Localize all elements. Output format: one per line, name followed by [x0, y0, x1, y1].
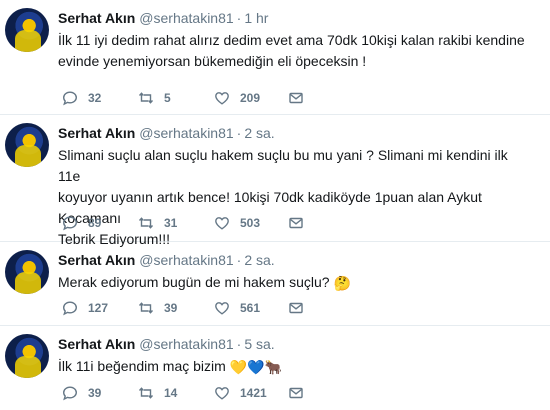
like-button[interactable]: 503: [214, 213, 260, 233]
envelope-icon: [289, 302, 303, 314]
tweet-actions: 32 5 209: [58, 88, 318, 108]
separator-dot: ·: [236, 252, 242, 268]
direct-message-button[interactable]: [288, 298, 314, 318]
author-name[interactable]: Serhat Akın: [58, 252, 135, 268]
reply-button[interactable]: 32: [62, 88, 101, 108]
separator-dot: ·: [236, 125, 242, 141]
direct-message-button[interactable]: [288, 213, 314, 233]
reply-count: 32: [88, 91, 102, 105]
tweet-text-line: evinde yenemiyorsan bükemediğin eli öpec…: [58, 53, 367, 69]
retweet-button[interactable]: 39: [138, 298, 177, 318]
author-name[interactable]: Serhat Akın: [58, 125, 135, 141]
reply-icon: [62, 386, 78, 401]
tweet-time[interactable]: 5 sa.: [244, 336, 274, 352]
retweet-icon: [138, 217, 154, 229]
like-button[interactable]: 209: [214, 88, 260, 108]
tweet-text-content: İlk 11i beğendim maç bizim: [58, 358, 226, 374]
tweet-feed: Serhat Akın @serhatakin81 · 1 hr İlk 11 iyi…: [0, 0, 550, 410]
reply-button[interactable]: 89: [62, 213, 101, 233]
tweet[interactable]: Serhat Akın @serhatakin81 · 2 sa. Merak edi…: [0, 242, 550, 326]
reply-icon: [62, 301, 78, 316]
retweet-count: 39: [164, 301, 178, 315]
tweet-header: Serhat Akın @serhatakin81 · 1 hr: [58, 10, 268, 26]
retweet-count: 31: [164, 216, 178, 230]
reply-button[interactable]: 39: [62, 383, 101, 403]
avatar[interactable]: [5, 334, 49, 378]
tweet-time[interactable]: 1 hr: [244, 10, 268, 26]
like-count: 561: [240, 301, 261, 315]
tweet-header: Serhat Akın @serhatakin81 · 2 sa.: [58, 252, 275, 268]
tweet-text: Slimani suçlu alan suçlu hakem suçlu bu …: [58, 145, 528, 250]
author-handle[interactable]: @serhatakin81: [139, 252, 233, 268]
like-count: 1421: [240, 386, 267, 400]
reply-count: 39: [88, 386, 102, 400]
retweet-button[interactable]: 14: [138, 383, 177, 403]
heart-icon: [215, 302, 229, 315]
like-count: 503: [240, 216, 261, 230]
author-handle[interactable]: @serhatakin81: [139, 10, 233, 26]
retweet-count: 5: [164, 91, 171, 105]
heart-icon: [215, 387, 229, 400]
direct-message-button[interactable]: [288, 383, 314, 403]
tweet-header: Serhat Akın @serhatakin81 · 2 sa.: [58, 125, 275, 141]
separator-dot: ·: [236, 336, 242, 352]
tweet-text-line: İlk 11 iyi dedim rahat alırız dedim evet…: [58, 32, 525, 48]
like-button[interactable]: 561: [214, 298, 260, 318]
tweet-text-line: Merak ediyorum bugün de mi hakem suçlu? …: [58, 272, 528, 294]
hearts-and-bull-emoji: 💛💙🐂: [229, 359, 282, 375]
reply-icon: [62, 91, 78, 106]
tweet-text: Merak ediyorum bugün de mi hakem suçlu? …: [58, 272, 528, 294]
author-name[interactable]: Serhat Akın: [58, 336, 135, 352]
retweet-count: 14: [164, 386, 178, 400]
author-handle[interactable]: @serhatakin81: [139, 336, 233, 352]
tweet-header: Serhat Akın @serhatakin81 · 5 sa.: [58, 336, 275, 352]
reply-button[interactable]: 127: [62, 298, 108, 318]
heart-icon: [215, 217, 229, 230]
like-count: 209: [240, 91, 261, 105]
retweet-icon: [138, 302, 154, 314]
avatar[interactable]: [5, 8, 49, 52]
like-button[interactable]: 1421: [214, 383, 267, 403]
tweet-text-line: Slimani suçlu alan suçlu hakem suçlu bu …: [58, 147, 508, 184]
tweet-time[interactable]: 2 sa.: [244, 125, 274, 141]
reply-icon: [62, 216, 78, 231]
avatar[interactable]: [5, 250, 49, 294]
tweet-text-line: İlk 11i beğendim maç bizim 💛💙🐂: [58, 356, 528, 378]
thinking-face-emoji: 🤔: [333, 275, 351, 291]
direct-message-button[interactable]: [288, 88, 314, 108]
envelope-icon: [289, 387, 303, 399]
retweet-icon: [138, 92, 154, 104]
tweet-text: İlk 11 iyi dedim rahat alırız dedim evet…: [58, 30, 528, 72]
author-name[interactable]: Serhat Akın: [58, 10, 135, 26]
tweet-text: İlk 11i beğendim maç bizim 💛💙🐂: [58, 356, 528, 378]
reply-count: 89: [88, 216, 102, 230]
tweet-actions: 39 14 1421: [58, 383, 318, 403]
envelope-icon: [289, 92, 303, 104]
heart-icon: [215, 92, 229, 105]
avatar[interactable]: [5, 123, 49, 167]
author-handle[interactable]: @serhatakin81: [139, 125, 233, 141]
envelope-icon: [289, 217, 303, 229]
retweet-icon: [138, 387, 154, 399]
tweet[interactable]: Serhat Akın @serhatakin81 · 1 hr İlk 11 iyi…: [0, 0, 550, 115]
tweet-time[interactable]: 2 sa.: [244, 252, 274, 268]
tweet-text-content: Merak ediyorum bugün de mi hakem suçlu?: [58, 274, 330, 290]
separator-dot: ·: [236, 10, 242, 26]
tweet-actions: 127 39 561: [58, 298, 318, 318]
tweet[interactable]: Serhat Akın @serhatakin81 · 2 sa. Slimani s…: [0, 115, 550, 247]
retweet-button[interactable]: 31: [138, 213, 177, 233]
reply-count: 127: [88, 301, 109, 315]
retweet-button[interactable]: 5: [138, 88, 171, 108]
tweet[interactable]: Serhat Akın @serhatakin81 · 5 sa. İlk 11i b…: [0, 326, 550, 410]
tweet-actions: 89 31 503: [58, 213, 318, 233]
